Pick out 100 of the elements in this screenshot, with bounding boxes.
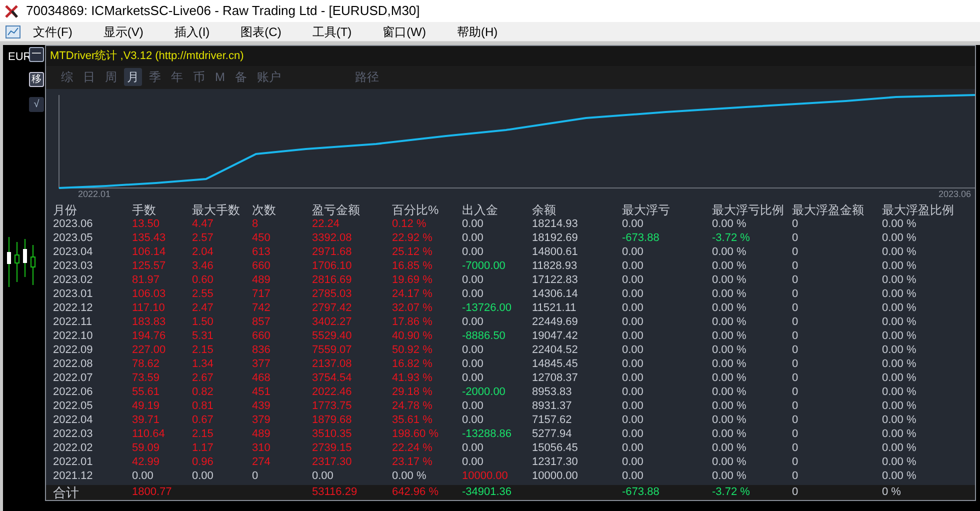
table-cell: 81.97 [132,272,160,287]
table-cell: 7157.62 [532,412,572,427]
menu-item[interactable]: 显示(V) [99,22,148,40]
table-cell: 22404.52 [532,342,578,357]
table-cell: 49.19 [132,398,160,413]
table-cell: 5.31 [192,328,214,343]
table-cell: 1706.10 [312,258,352,273]
tab[interactable]: 月 [124,68,142,86]
table-cell: 2.57 [192,230,214,245]
table-cell: 0.00 [622,328,644,343]
table-cell: 0.00 [462,412,484,427]
table-cell: 0.00 % [712,328,746,343]
table-cell: 439 [252,398,270,413]
table-cell: 0.00 % [882,244,916,259]
table-cell: 8931.37 [532,398,572,413]
table-cell: 0 [792,454,798,469]
table-cell: 0 [792,484,798,500]
table-cell: 0.00 [462,314,484,329]
table-cell: 2317.30 [312,454,352,469]
table-cell: 53116.29 [312,484,358,500]
table-cell: 55.61 [132,384,160,399]
table-cell: 0.00 [622,412,644,427]
table-cell: 2022.08 [53,356,93,371]
table-cell: 2137.08 [312,356,352,371]
table-cell: 0.00 % [882,468,916,483]
table-cell: 35.61 % [392,412,432,427]
table-cell: 25.12 % [392,244,432,259]
table-cell: 2021.12 [53,468,93,483]
side-button[interactable]: √ [29,97,44,112]
table-cell: 14845.45 [532,356,578,371]
column-header: 盈亏金额 [312,202,361,217]
table-cell: -8886.50 [462,328,506,343]
table-cell: 0 [252,468,258,483]
table-cell: 0.00 [622,468,644,483]
table-cell: 16.85 % [392,258,432,273]
table-cell: 1.17 [192,440,214,455]
table-cell: 3754.54 [312,370,352,385]
table-cell: 379 [252,412,270,427]
table-cell: 15056.45 [532,440,578,455]
menu-item[interactable]: 文件(F) [29,22,76,40]
table-cell: 3510.35 [312,426,352,441]
side-button[interactable]: 移 [29,72,44,87]
table-cell: 0 [792,216,798,231]
table-cell: 0.00 % [882,314,916,329]
table-cell: 2022.10 [53,328,93,343]
table-cell: 0.00 [462,230,484,245]
table-cell: 489 [252,272,270,287]
table-cell: 451 [252,384,270,399]
table-cell: 2022.09 [53,342,93,357]
table-cell: 16.82 % [392,356,432,371]
column-header: 出入金 [462,202,499,217]
table-cell: 0.00 [622,370,644,385]
table-cell: 0.60 [192,272,214,287]
table-cell: 0 [792,314,798,329]
table-cell: 42.99 [132,454,160,469]
menu-item[interactable]: 窗口(W) [378,22,430,40]
table-cell: 2023.03 [53,258,93,273]
panel-title: MTDriver统计 ,V3.12 (http://mtdriver.cn) [50,48,244,64]
table-cell: 0.96 [192,454,214,469]
menu-item[interactable]: 图表(C) [236,22,286,40]
table-cell: 0.00 [622,258,644,273]
table-cell: 2023.04 [53,244,93,259]
table-cell: 1879.68 [312,412,352,427]
table-cell: 29.18 % [392,384,432,399]
table-cell: 2.47 [192,300,214,315]
table-cell: 2.04 [192,244,214,259]
table-cell: 742 [252,300,270,315]
table-cell: 合计 [53,484,79,500]
table-cell: 0.00 % [882,258,916,273]
table-cell: 2023.01 [53,286,93,301]
table-cell: 7559.07 [312,342,352,357]
table-cell: 2739.15 [312,440,352,455]
menu-item[interactable]: 工具(T) [308,22,356,40]
axis-label: 2023.06 [938,190,971,200]
table-cell: 0 [792,412,798,427]
chart-window-icon[interactable] [5,24,21,38]
table-cell: 5529.40 [312,328,352,343]
table-cell: 1800.77 [132,484,172,500]
table-cell: 0.00 [462,440,484,455]
table-cell: 0.00 % [882,272,916,287]
menu-item[interactable]: 帮助(H) [452,22,502,40]
table-cell: 468 [252,370,270,385]
table-cell: 0.00 [622,286,644,301]
menu-item[interactable]: 插入(I) [170,22,214,40]
table-cell: 0.00 [622,426,644,441]
table-cell: 183.83 [132,314,166,329]
side-button[interactable]: 一 [29,47,44,62]
table-cell: 0 [792,230,798,245]
table-cell: 5277.94 [532,426,572,441]
table-cell: 0 [792,398,798,413]
table-cell: 227.00 [132,342,166,357]
table-cell: 117.10 [132,300,165,315]
table-cell: 0.67 [192,412,214,427]
table-cell: 1.34 [192,356,214,371]
table-cell: 19.69 % [392,272,432,287]
column-header: 最大浮盈金额 [792,202,865,217]
table-cell: 0 [792,300,798,315]
table-cell: 0.00 % [712,300,746,315]
table-cell: 24.78 % [392,398,432,413]
table-cell: -13726.00 [462,300,512,315]
